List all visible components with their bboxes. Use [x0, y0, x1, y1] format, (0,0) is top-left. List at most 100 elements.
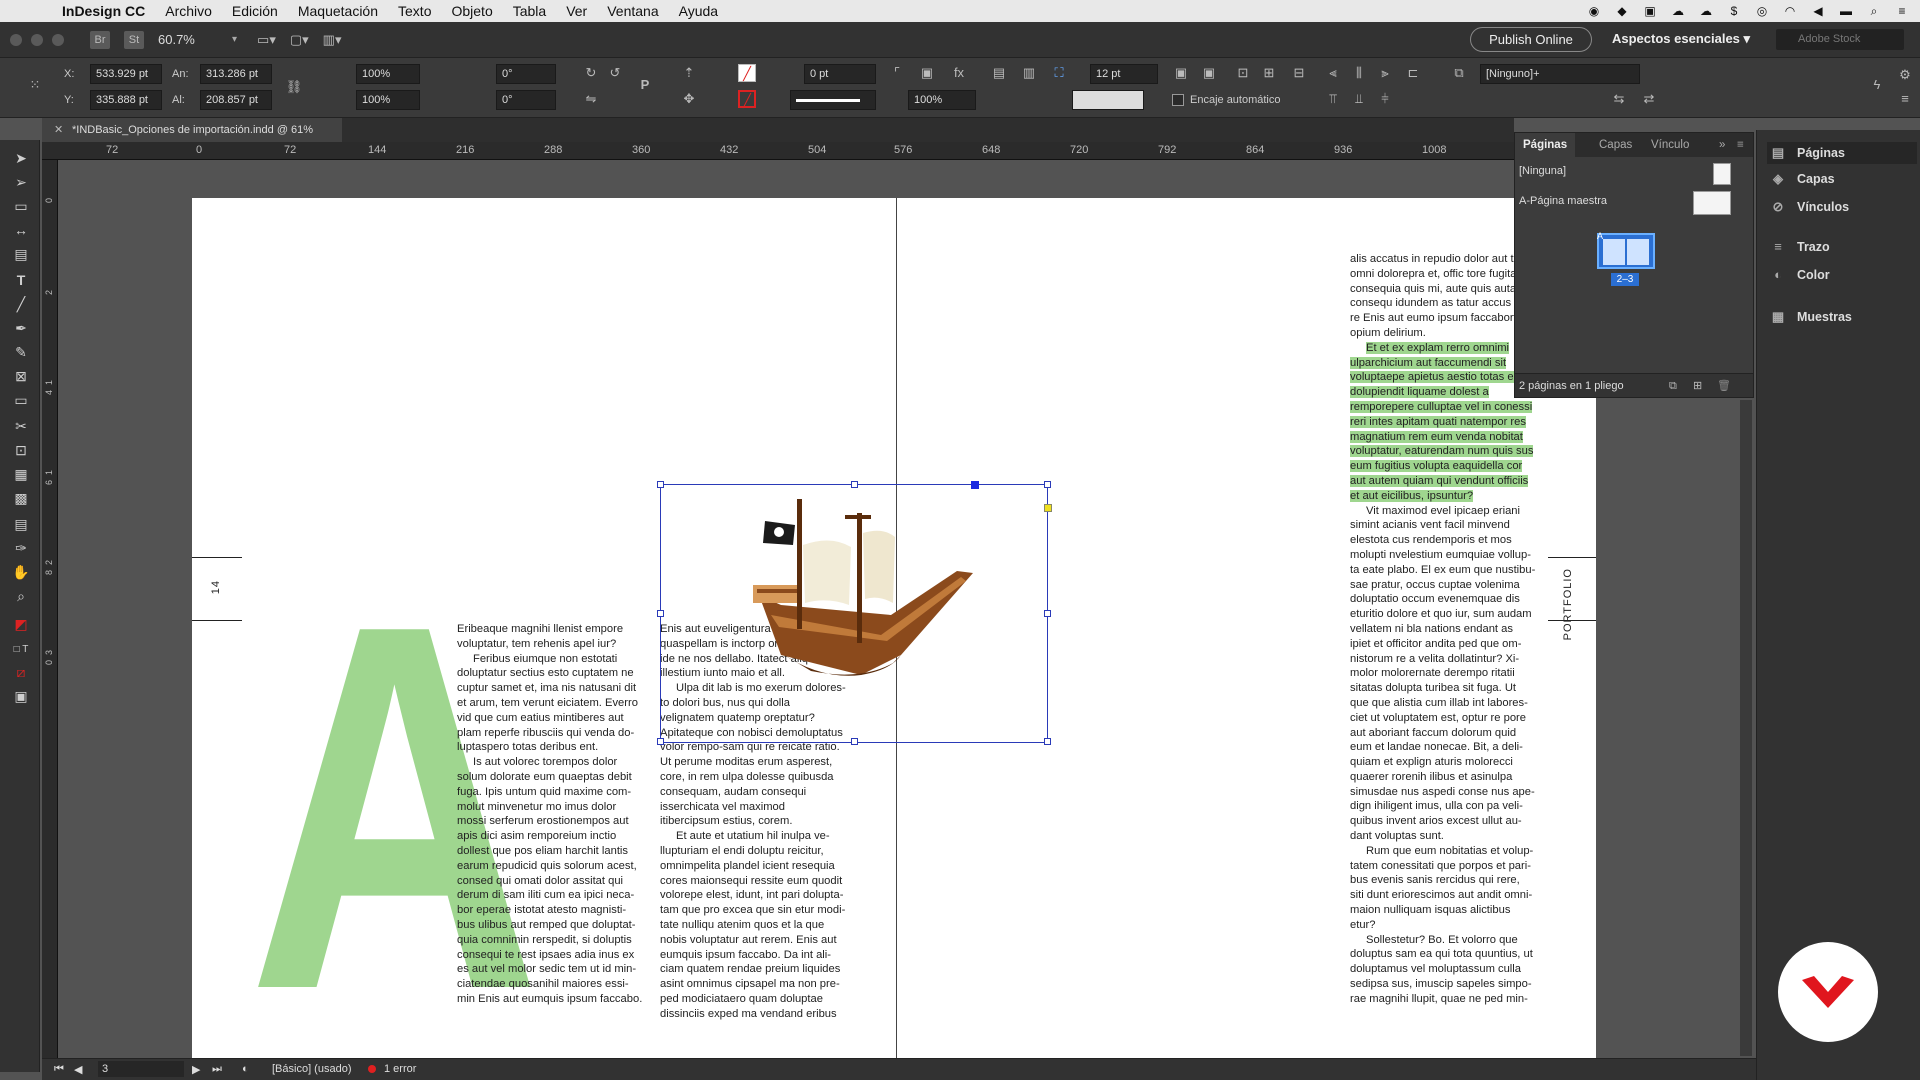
- fit-content-icon[interactable]: ▣: [1172, 64, 1190, 82]
- panel-menu-icon[interactable]: ≡: [1896, 90, 1914, 108]
- adobe-stock-search-input[interactable]: Adobe Stock: [1776, 29, 1904, 50]
- rotate-ccw-icon[interactable]: ↺: [606, 64, 624, 82]
- page-tool-icon[interactable]: ▭: [10, 196, 32, 216]
- none-master-thumbnail[interactable]: [1713, 163, 1731, 185]
- dock-paginas[interactable]: ▤ Páginas: [1767, 142, 1917, 164]
- tab-vinculos[interactable]: Vínculo: [1651, 133, 1689, 157]
- menu-ver[interactable]: Ver: [556, 0, 597, 22]
- spacing-field[interactable]: 12 pt: [1090, 64, 1158, 84]
- gradient-feather-tool-icon[interactable]: ▩: [10, 488, 32, 508]
- fit-frame-icon[interactable]: ▣: [1200, 64, 1218, 82]
- selection-tool-icon[interactable]: ➤: [10, 148, 32, 168]
- scissors-tool-icon[interactable]: ✂: [10, 416, 32, 436]
- master-page-label[interactable]: A-Página maestra: [1519, 195, 1607, 207]
- resize-handle[interactable]: [1044, 738, 1051, 745]
- scale-x-field[interactable]: 100%: [356, 64, 420, 84]
- tab-paginas[interactable]: Páginas: [1515, 133, 1576, 157]
- wifi-icon[interactable]: ◠: [1782, 4, 1798, 18]
- spread-thumbnail[interactable]: [1597, 233, 1655, 269]
- resize-handle[interactable]: [1044, 610, 1051, 617]
- menu-tabla[interactable]: Tabla: [503, 0, 556, 22]
- dock-color[interactable]: ◐ Color: [1767, 264, 1917, 286]
- fit-proportional-icon[interactable]: ⊟: [1290, 64, 1308, 82]
- dock-trazo[interactable]: ≡ Trazo: [1767, 236, 1917, 258]
- menu-app[interactable]: InDesign CC: [52, 0, 155, 22]
- screen-mode-icon[interactable]: ▢▾: [290, 32, 309, 48]
- close-window-button[interactable]: [10, 33, 22, 46]
- resize-handle[interactable]: [851, 738, 858, 745]
- rectangle-frame-tool-icon[interactable]: ⊠: [10, 366, 32, 386]
- gear-icon[interactable]: ⚙: [1896, 66, 1914, 84]
- width-field[interactable]: 313.286 pt: [200, 64, 272, 84]
- resize-handle[interactable]: [657, 738, 664, 745]
- volume-icon[interactable]: ◀: [1810, 4, 1826, 18]
- wrap-around-icon[interactable]: ▥: [1020, 64, 1038, 82]
- autofit-checkbox[interactable]: [1172, 94, 1184, 106]
- dropbox-icon[interactable]: ◆: [1614, 4, 1630, 18]
- constrain-proportions-icon[interactable]: ⛓: [285, 78, 303, 96]
- app-icon[interactable]: ▣: [1642, 4, 1658, 18]
- stroke-weight-field[interactable]: 0 pt: [804, 64, 876, 84]
- panel-expand-icon[interactable]: »: [1719, 133, 1725, 157]
- text-column-3[interactable]: alis accatus in repudio dolor aut ti tet…: [1350, 252, 1536, 1007]
- fx-icon[interactable]: fx: [950, 64, 968, 82]
- record-icon[interactable]: ◉: [1586, 4, 1602, 18]
- center-content-icon[interactable]: ⊡: [1234, 64, 1252, 82]
- open-page-icon[interactable]: ◐: [242, 1063, 249, 1075]
- drop-shadow-icon[interactable]: ▣: [918, 64, 936, 82]
- dollar-icon[interactable]: $: [1726, 4, 1742, 18]
- menu-ventana[interactable]: Ventana: [597, 0, 668, 22]
- horizontal-ruler[interactable]: 72 0 72 144 216 288 360 432 504 576 648 …: [42, 142, 1514, 160]
- next-page-icon[interactable]: ▶: [192, 1063, 200, 1076]
- list-icon[interactable]: ≡: [1894, 4, 1910, 18]
- view-options-icon[interactable]: ▭▾: [257, 32, 276, 48]
- menu-ayuda[interactable]: Ayuda: [669, 0, 728, 22]
- dock-muestras[interactable]: ▦ Muestras: [1767, 306, 1917, 328]
- select-container-icon[interactable]: ⇡: [680, 64, 698, 82]
- frame-fitting-icon[interactable]: ⛶: [1050, 64, 1068, 82]
- pencil-tool-icon[interactable]: ✎: [10, 342, 32, 362]
- new-page-icon[interactable]: ⊞: [1693, 374, 1702, 398]
- resize-handle[interactable]: [657, 481, 664, 488]
- resize-handle[interactable]: [851, 481, 858, 488]
- eyedropper-tool-icon[interactable]: ✑: [10, 538, 32, 558]
- stroke-swatch-icon[interactable]: ╱: [738, 90, 756, 108]
- align-top-icon[interactable]: ⫪: [1324, 90, 1342, 108]
- screen-mode-icon[interactable]: ▣: [10, 686, 32, 706]
- object-style-field[interactable]: [Ninguno]+: [1480, 64, 1640, 84]
- search-icon[interactable]: ⌕: [1866, 4, 1882, 18]
- menu-archivo[interactable]: Archivo: [155, 0, 222, 22]
- fill-swatch-icon[interactable]: ╱: [738, 64, 756, 82]
- text-column-1[interactable]: Eribeaque magnihi llenist empore volupta…: [457, 622, 643, 1007]
- gradient-swatch-tool-icon[interactable]: ▦: [10, 464, 32, 484]
- last-page-icon[interactable]: ⏭: [212, 1063, 222, 1076]
- edit-page-size-icon[interactable]: ⧉: [1669, 374, 1677, 398]
- content-collector-icon[interactable]: ▤: [10, 244, 32, 264]
- zoom-window-button[interactable]: [52, 33, 64, 46]
- fill-stroke-swatch-icon[interactable]: ◩: [10, 614, 32, 634]
- scale-y-field[interactable]: 100%: [356, 90, 420, 110]
- height-field[interactable]: 208.857 pt: [200, 90, 272, 110]
- fill-frame-icon[interactable]: ⊞: [1260, 64, 1278, 82]
- wrap-text-icon[interactable]: ▤: [990, 64, 1008, 82]
- zoom-tool-icon[interactable]: ⌕: [10, 586, 32, 606]
- vertical-ruler[interactable]: 0 2 1 4 1 6 2 8 3 0: [42, 160, 58, 1058]
- hand-tool-icon[interactable]: ✋: [10, 562, 32, 582]
- free-transform-tool-icon[interactable]: ⊡: [10, 440, 32, 460]
- page-thumbnail[interactable]: [1603, 239, 1625, 265]
- align-left-icon[interactable]: ⫷: [1324, 64, 1342, 82]
- document-tab[interactable]: ✕ *INDBasic_Opciones de importación.indd…: [42, 118, 342, 142]
- bridge-button[interactable]: Br: [90, 30, 110, 49]
- selected-image-frame[interactable]: [657, 481, 1052, 745]
- apply-none-icon[interactable]: ⧄: [10, 662, 32, 682]
- delete-page-icon[interactable]: 🗑: [1717, 374, 1731, 398]
- direct-selection-tool-icon[interactable]: ➢: [10, 172, 32, 192]
- cloud-icon[interactable]: ☁: [1698, 4, 1714, 18]
- x-position-field[interactable]: 533.929 pt: [90, 64, 162, 84]
- clear-overrides-icon[interactable]: ⇆: [1610, 90, 1628, 108]
- note-tool-icon[interactable]: ▤: [10, 514, 32, 534]
- zoom-level[interactable]: 60.7%: [158, 32, 228, 47]
- previous-page-icon[interactable]: ◀: [74, 1063, 82, 1076]
- dock-capas[interactable]: ◈ Capas: [1767, 168, 1917, 190]
- distribute-icon[interactable]: ⊏: [1404, 64, 1422, 82]
